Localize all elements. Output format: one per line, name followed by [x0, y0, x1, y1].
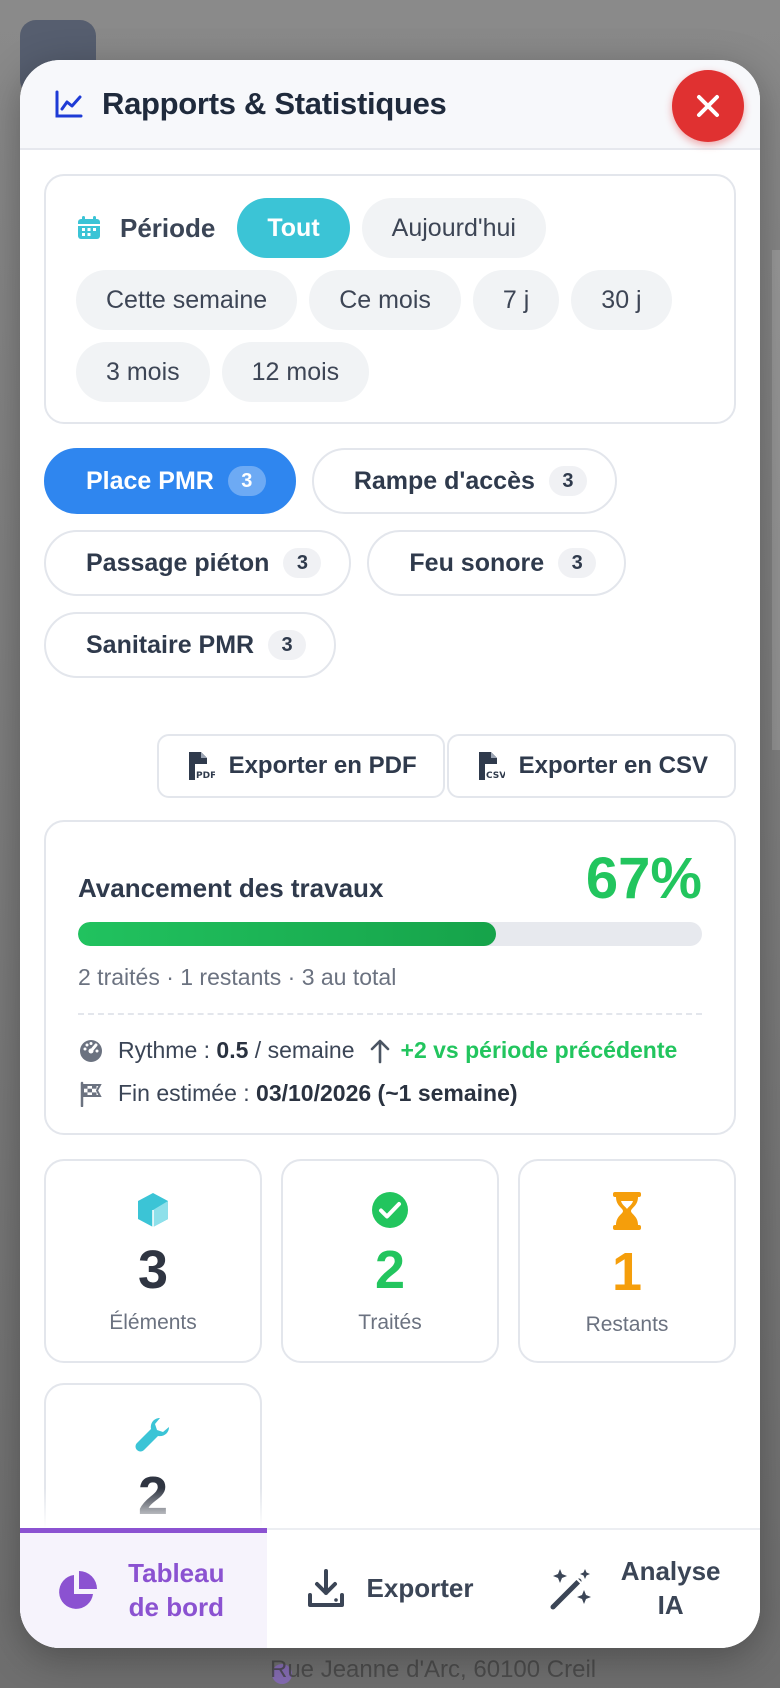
modal-title: Rapports & Statistiques: [102, 86, 447, 121]
stat-value: 3: [137, 1240, 169, 1300]
period-chip-tout[interactable]: Tout: [237, 198, 350, 258]
period-chip-3-months[interactable]: 3 mois: [76, 342, 210, 402]
csv-file-icon: CSV: [478, 752, 505, 781]
progress-card: Avancement des travaux 67% 2 traités · 1…: [44, 820, 736, 1135]
stats-grid: 3 Éléments 2 Traités 1 Restants 2: [44, 1159, 736, 1528]
calendar-icon: [78, 216, 100, 239]
period-chip-7-days[interactable]: 7 j: [472, 270, 560, 330]
stat-card-remaining: 1 Restants: [518, 1159, 736, 1363]
period-chip-today[interactable]: Aujourd'hui: [361, 198, 546, 258]
nav-tab-export[interactable]: Exporter: [267, 1530, 514, 1648]
stat-value: 1: [611, 1242, 643, 1302]
bottom-nav: Tableau de bord Exporter Analyse IA: [20, 1528, 760, 1648]
period-label-group: Période: [76, 198, 215, 258]
gauge-icon: [80, 1039, 102, 1062]
period-label: Période: [120, 212, 216, 243]
arrow-up-icon: [370, 1039, 389, 1063]
period-chip-12-months[interactable]: 12 mois: [221, 342, 370, 402]
stat-label: Restants: [585, 1313, 669, 1336]
svg-text:PDF: PDF: [196, 771, 215, 781]
period-filter: Période Tout Aujourd'hui Cette semaine C…: [44, 174, 736, 424]
background-scrollbar: [772, 250, 780, 750]
nav-tab-label: Tableau de bord: [128, 1557, 225, 1622]
cube-icon: [138, 1193, 168, 1227]
rhythm-prefix: Rythme :: [118, 1037, 211, 1063]
period-chip-30-days[interactable]: 30 j: [571, 270, 672, 330]
hourglass-icon: [613, 1192, 641, 1230]
reports-modal: Rapports & Statistiques Période Tout Auj…: [20, 60, 760, 1648]
stat-value: 2: [374, 1240, 406, 1300]
category-rampe-acces[interactable]: Rampe d'accès 3: [311, 448, 617, 514]
download-icon: [307, 1569, 344, 1607]
category-feu-sonore[interactable]: Feu sonore 3: [367, 530, 627, 596]
estimated-end-value: 03/10/2026 (~1 semaine): [256, 1080, 518, 1106]
stat-card-done: 2 Traités: [281, 1159, 499, 1363]
stat-label: Éléments: [109, 1311, 197, 1334]
category-label: Feu sonore: [409, 548, 545, 577]
modal-body: Période Tout Aujourd'hui Cette semaine C…: [20, 150, 760, 1528]
period-chip-this-month[interactable]: Ce mois: [309, 270, 461, 330]
category-label: Passage piéton: [86, 548, 270, 577]
progress-bar: [78, 922, 702, 946]
wrench-icon: [135, 1418, 169, 1452]
category-filter: Place PMR 3 Rampe d'accès 3 Passage piéton…: [44, 448, 684, 678]
nav-tab-label: Exporter: [366, 1573, 474, 1604]
rhythm-value: 0.5: [216, 1037, 249, 1063]
svg-text:CSV: CSV: [486, 771, 505, 781]
background-address: Rue Jeanne d'Arc, 60100 Creil: [270, 1656, 597, 1683]
export-pdf-button[interactable]: PDF Exporter en PDF: [156, 734, 445, 798]
trend-text: +2 vs période précédente: [400, 1037, 678, 1063]
export-csv-label: Exporter en CSV: [518, 752, 708, 779]
category-label: Sanitaire PMR: [86, 630, 255, 659]
close-button[interactable]: [672, 70, 744, 142]
progress-summary: 2 traités · 1 restants · 3 au total: [78, 964, 397, 990]
pie-chart-icon: [59, 1570, 98, 1609]
flag-checkered-icon: [80, 1081, 102, 1107]
pdf-file-icon: PDF: [188, 752, 215, 781]
period-chip-this-week[interactable]: Cette semaine: [76, 270, 298, 330]
progress-percent: 67%: [585, 846, 702, 911]
nav-tab-dashboard[interactable]: Tableau de bord: [20, 1528, 267, 1648]
category-count-badge: 3: [227, 466, 266, 496]
trend-indicator: +2 vs période précédente: [369, 1037, 678, 1064]
progress-bar-fill: [78, 922, 497, 946]
close-icon: [697, 95, 719, 117]
category-place-pmr[interactable]: Place PMR 3: [44, 448, 296, 514]
category-label: Place PMR: [86, 466, 214, 495]
chart-line-icon: [54, 89, 84, 119]
scroll-fade: [20, 1488, 760, 1528]
category-sanitaire-pmr[interactable]: Sanitaire PMR 3: [44, 612, 337, 678]
estimated-end-row: Fin estimée : 03/10/2026 (~1 semaine): [78, 1080, 702, 1107]
export-actions: PDF Exporter en PDF CSV Exporter en CSV: [44, 734, 736, 798]
stat-card-elements: 3 Éléments: [44, 1159, 262, 1363]
modal-header: Rapports & Statistiques: [20, 60, 760, 150]
nav-tab-ai-analysis[interactable]: Analyse IA: [513, 1530, 760, 1648]
stat-label: Traités: [358, 1311, 422, 1334]
rhythm-row: Rythme : 0.5 / semaine +2 vs période pré…: [78, 1037, 702, 1064]
export-csv-button[interactable]: CSV Exporter en CSV: [446, 734, 736, 798]
category-count-badge: 3: [548, 466, 587, 496]
category-count-badge: 3: [558, 548, 597, 578]
category-count-badge: 3: [268, 630, 307, 660]
category-passage-pieton[interactable]: Passage piéton 3: [44, 530, 352, 596]
magic-wand-icon: [550, 1569, 591, 1610]
category-count-badge: 3: [283, 548, 322, 578]
estimated-end-prefix: Fin estimée :: [118, 1080, 250, 1106]
progress-divider: [78, 1013, 702, 1015]
rhythm-suffix: / semaine: [254, 1037, 355, 1063]
category-label: Rampe d'accès: [353, 466, 535, 495]
progress-title: Avancement des travaux: [78, 873, 384, 903]
check-circle-icon: [372, 1192, 408, 1228]
export-pdf-label: Exporter en PDF: [228, 752, 417, 779]
nav-tab-label: Analyse IA: [620, 1556, 721, 1620]
